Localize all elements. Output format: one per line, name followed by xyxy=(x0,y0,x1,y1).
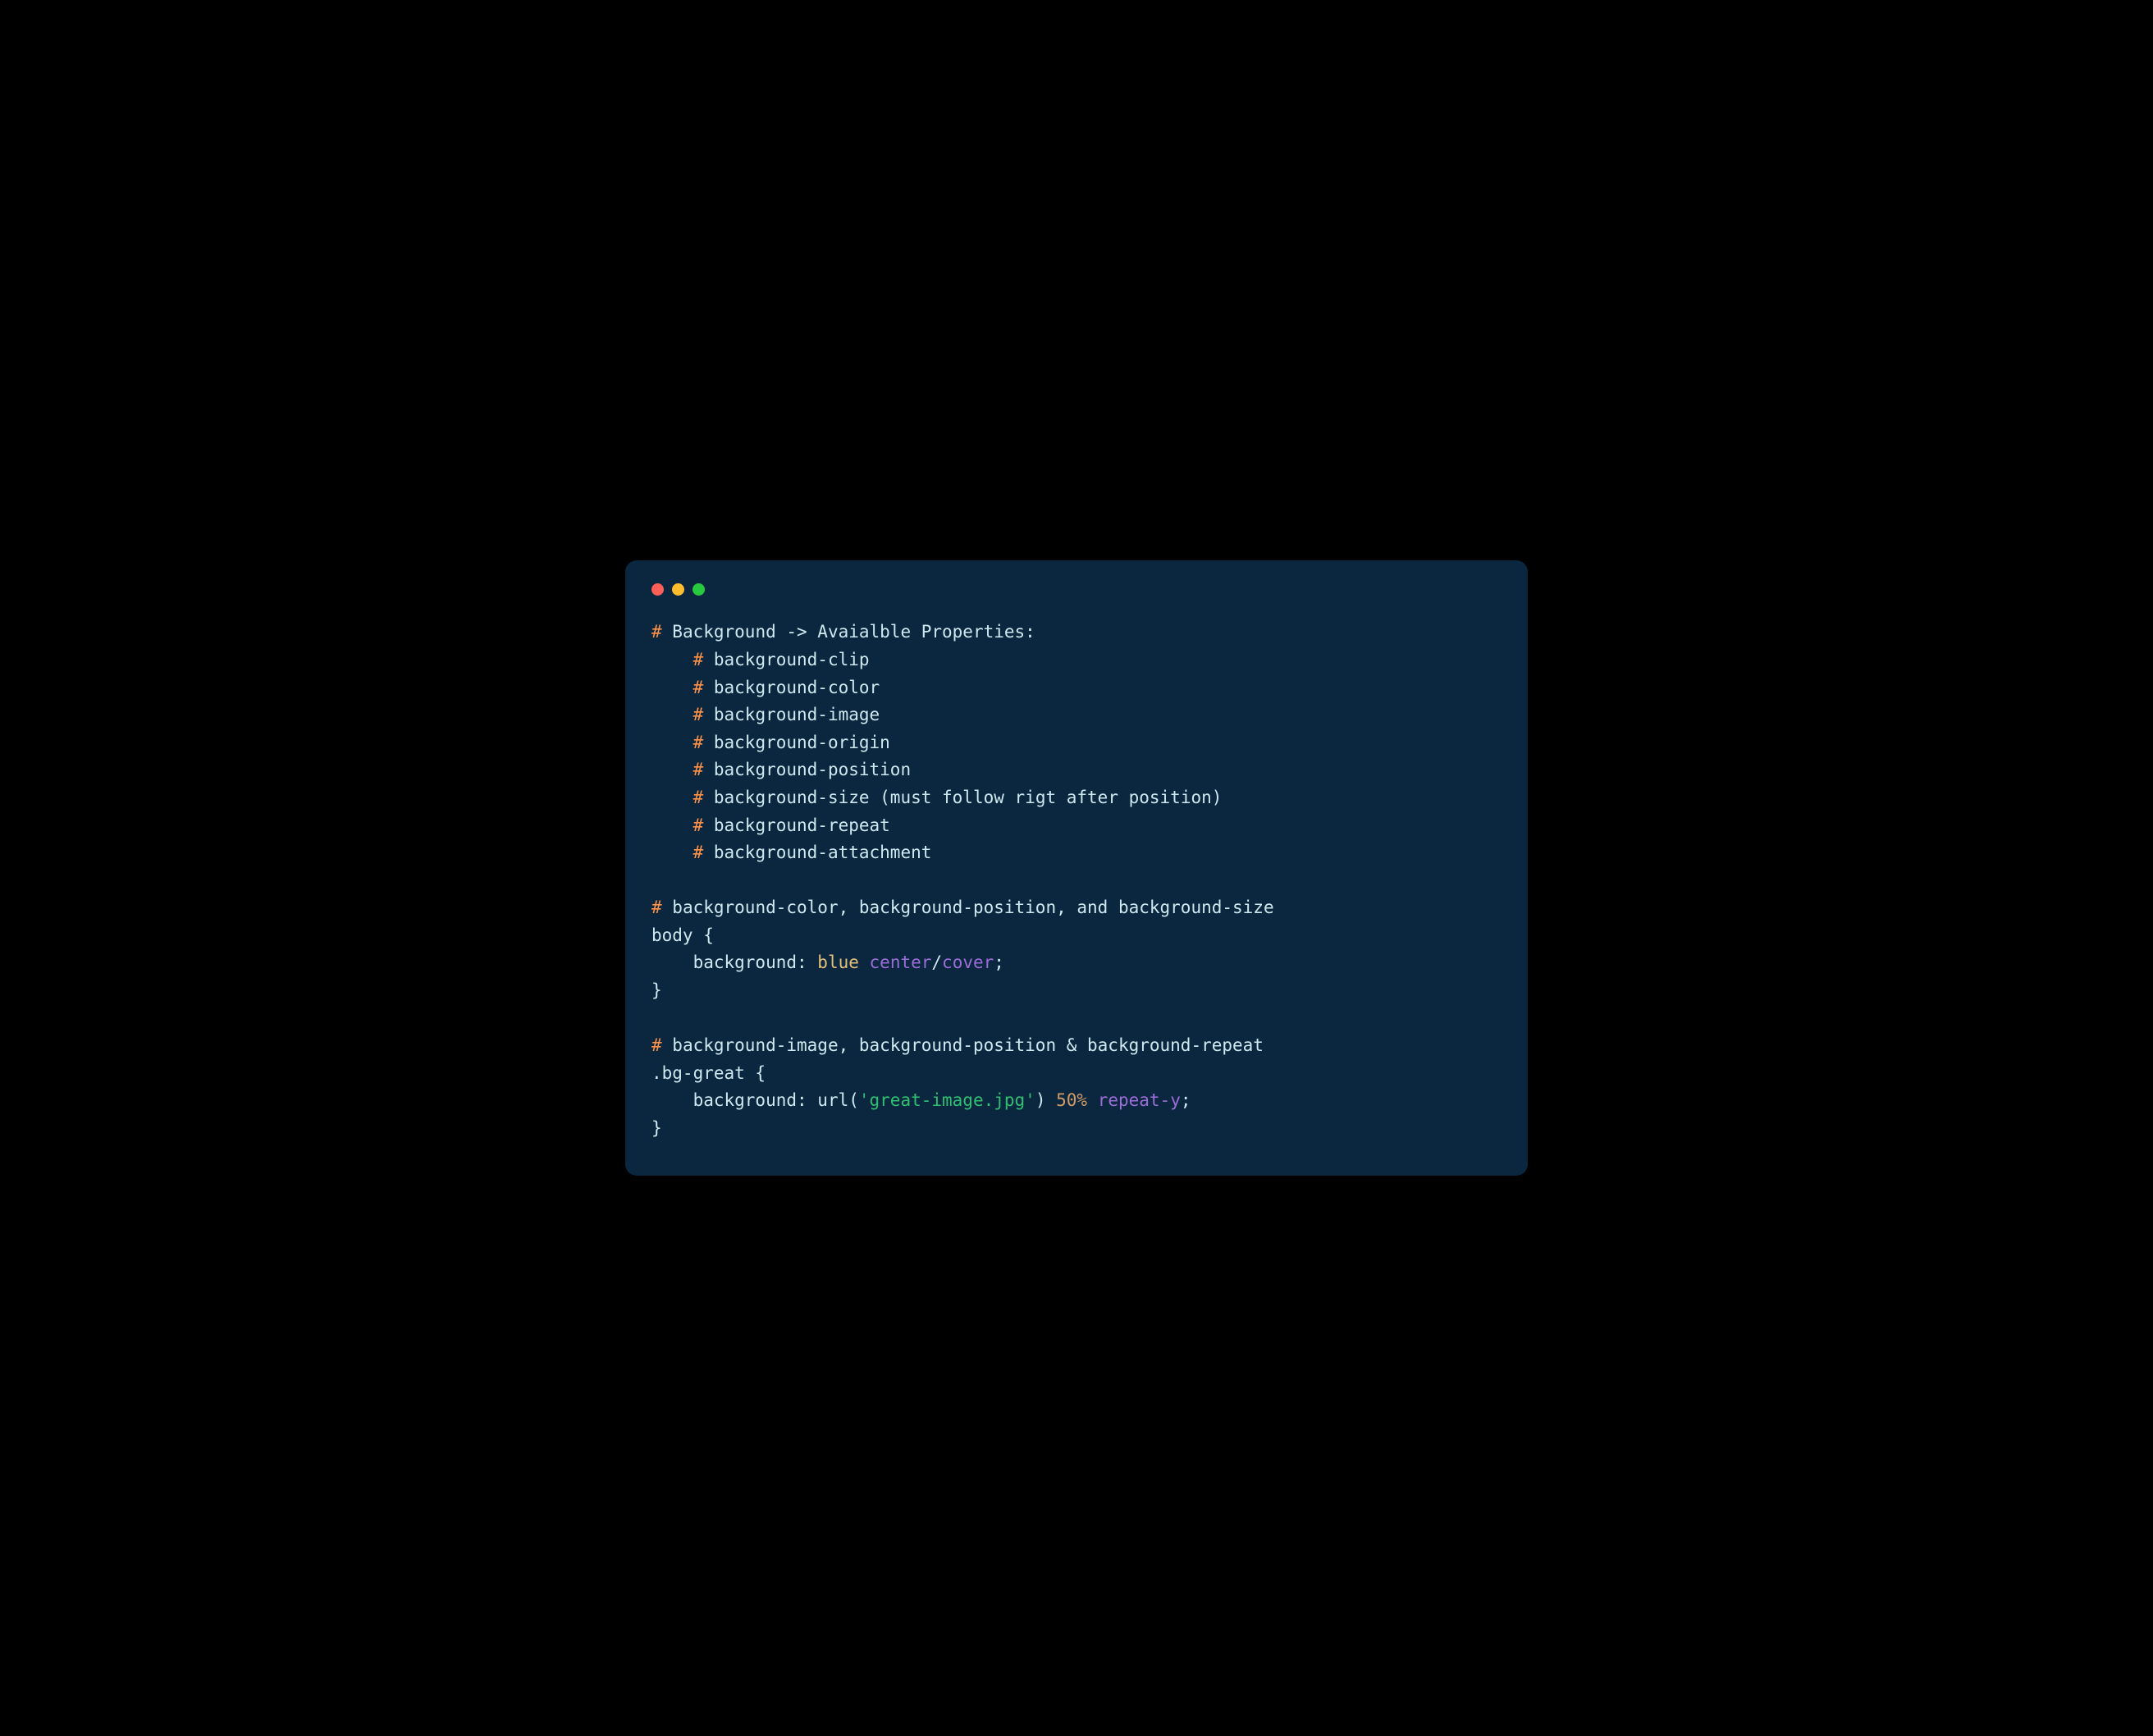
zoom-icon xyxy=(693,583,705,596)
comment-text: background-attachment xyxy=(703,843,931,862)
value-keyword: blue xyxy=(817,953,859,972)
hash-icon: # xyxy=(693,705,704,724)
hash-icon: # xyxy=(693,815,704,835)
traffic-lights xyxy=(651,583,1502,596)
close-icon xyxy=(651,583,664,596)
value-keyword: cover xyxy=(942,953,994,972)
string: 'great-image.jpg' xyxy=(859,1090,1035,1110)
hash-icon: # xyxy=(693,650,704,669)
code-block: # Background -> Avaialble Properties: # … xyxy=(651,619,1502,1142)
value-keyword: repeat-y xyxy=(1098,1090,1181,1110)
func: url( xyxy=(817,1090,859,1110)
hash-icon: # xyxy=(693,678,704,697)
comment-text: background-image xyxy=(703,705,880,724)
comment-text: background-size (must follow rigt after … xyxy=(703,788,1222,807)
space xyxy=(1087,1090,1098,1110)
property: background: xyxy=(651,953,817,972)
hash-icon: # xyxy=(651,622,662,642)
property: background: xyxy=(651,1090,817,1110)
hash-icon: # xyxy=(651,898,662,917)
minimize-icon xyxy=(672,583,684,596)
space xyxy=(859,953,870,972)
hash-icon: # xyxy=(651,1035,662,1055)
hash-icon: # xyxy=(693,733,704,752)
hash-icon: # xyxy=(693,788,704,807)
punct: ; xyxy=(1181,1090,1191,1110)
selector: .bg-great { xyxy=(651,1063,766,1083)
comment-text: background-image, background-position & … xyxy=(662,1035,1264,1055)
comment-text: background-clip xyxy=(703,650,869,669)
selector: body { xyxy=(651,925,714,945)
comment-text: background-color xyxy=(703,678,880,697)
func: ) xyxy=(1035,1090,1056,1110)
comment-text: background-repeat xyxy=(703,815,890,835)
brace-close: } xyxy=(651,1118,662,1138)
hash-icon: # xyxy=(693,843,704,862)
value-keyword: center xyxy=(870,953,932,972)
number: 50% xyxy=(1056,1090,1087,1110)
hash-icon: # xyxy=(693,760,704,779)
comment-text: Background -> Avaialble Properties: xyxy=(662,622,1035,642)
code-window: # Background -> Avaialble Properties: # … xyxy=(625,560,1528,1175)
brace-close: } xyxy=(651,980,662,1000)
punct: / xyxy=(931,953,942,972)
comment-text: background-position xyxy=(703,760,911,779)
comment-text: background-color, background-position, a… xyxy=(662,898,1274,917)
punct: ; xyxy=(994,953,1004,972)
comment-text: background-origin xyxy=(703,733,890,752)
